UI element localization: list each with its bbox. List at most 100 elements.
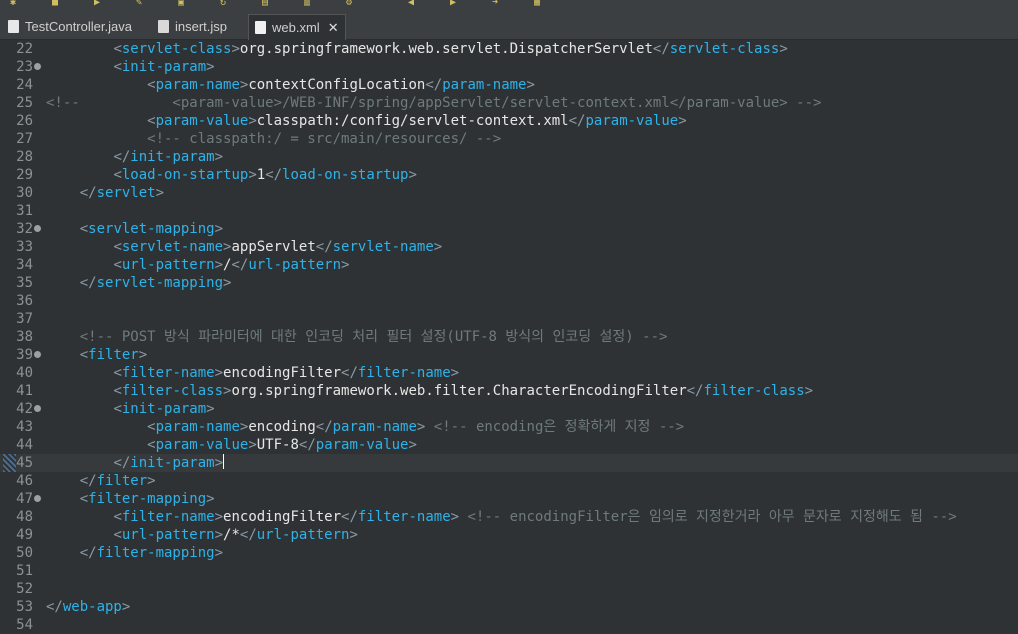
tab-web-xml[interactable]: web.xml ✕	[248, 14, 346, 40]
code-line[interactable]: 40 <filter-name>encodingFilter</filter-n…	[0, 364, 1018, 382]
code-text: </filter-mapping>	[46, 544, 223, 562]
tab-testcontroller-java[interactable]: TestController.java	[8, 14, 132, 39]
code-text: <!-- <param-value>/WEB-INF/spring/appSer…	[46, 94, 821, 112]
code-line[interactable]: 38 <!-- POST 방식 파라미터에 대한 인코딩 처리 필터 설정(UT…	[0, 328, 1018, 346]
text-cursor	[223, 454, 225, 469]
folder-icon[interactable]: ▥	[302, 0, 312, 8]
code-line[interactable]: 33 <servlet-name>appServlet</servlet-nam…	[0, 238, 1018, 256]
code-line[interactable]: 54	[0, 616, 1018, 634]
bracket-token: </	[231, 257, 249, 273]
tag-token: servlet-mapping	[88, 221, 215, 237]
text-token: 1	[256, 167, 266, 183]
code-line[interactable]: 53 </web-app>	[0, 598, 1018, 616]
code-line[interactable]: 24 <param-name>contextConfigLocation</pa…	[0, 76, 1018, 94]
back-icon[interactable]: ◀	[406, 0, 416, 8]
code-line[interactable]: 39 <filter>	[0, 346, 1018, 364]
code-line[interactable]: 31	[0, 202, 1018, 220]
line-number: 29	[16, 167, 33, 183]
code-line[interactable]: 48 <filter-name>encodingFilter</filter-n…	[0, 508, 1018, 526]
fold-toggle-icon[interactable]	[34, 63, 41, 70]
code-line[interactable]: 52	[0, 580, 1018, 598]
bracket-token: >	[341, 257, 350, 273]
bracket-token: <	[79, 347, 89, 363]
line-number: 33	[16, 239, 33, 255]
bracket-token: >	[214, 509, 224, 525]
run-icon[interactable]: ▶	[92, 0, 102, 8]
code-line[interactable]: 25 <!-- <param-value>/WEB-INF/spring/appS…	[0, 94, 1018, 112]
code-line[interactable]: 50 </filter-mapping>	[0, 544, 1018, 562]
bracket-token: <	[113, 383, 122, 399]
tag-token: servlet-name	[332, 239, 434, 255]
bracket-token: >	[248, 437, 257, 453]
code-line[interactable]: 27 <!-- classpath:/ = src/main/resources…	[0, 130, 1018, 148]
fold-toggle-icon[interactable]	[34, 405, 41, 412]
code-line[interactable]: 26 <param-value>classpath:/config/servle…	[0, 112, 1018, 130]
code-line[interactable]: 43 <param-name>encoding</param-name> <!-…	[0, 418, 1018, 436]
debug-icon[interactable]: ✱	[8, 0, 18, 8]
code-line[interactable]: 46 </filter>	[0, 472, 1018, 490]
save-icon[interactable]: ▣	[176, 0, 186, 8]
code-line[interactable]: 36	[0, 292, 1018, 310]
code-line[interactable]: 41 <filter-class>org.springframework.web…	[0, 382, 1018, 400]
code-line[interactable]: 42 <init-param>	[0, 400, 1018, 418]
new-file-icon[interactable]: ✎	[134, 0, 144, 8]
bracket-token: </	[652, 41, 670, 57]
code-line[interactable]: 30 </servlet>	[0, 184, 1018, 202]
code-line[interactable]: 32 <servlet-mapping>	[0, 220, 1018, 238]
line-number: 25	[16, 95, 33, 111]
code-line[interactable]: 49 <url-pattern>/*</url-pattern>	[0, 526, 1018, 544]
search-icon[interactable]: ⚙	[344, 0, 354, 8]
bracket-token: >	[231, 41, 240, 57]
stop-icon[interactable]: ■	[50, 0, 60, 8]
code-line[interactable]: 51	[0, 562, 1018, 580]
code-line[interactable]: 45 </init-param>	[0, 454, 1018, 472]
bracket-token: >	[450, 365, 460, 381]
code-line[interactable]: 22 <servlet-class>org.springframework.we…	[0, 40, 1018, 58]
pin-icon[interactable]: ▦	[532, 0, 542, 8]
fold-toggle-icon[interactable]	[34, 225, 41, 232]
code-editor[interactable]: 22 <servlet-class>org.springframework.we…	[0, 40, 1018, 633]
tag-token: url-pattern	[248, 257, 342, 273]
bracket-token: <	[147, 437, 156, 453]
bracket-token: </	[341, 509, 358, 525]
line-number: 53	[16, 599, 33, 615]
close-tab-icon[interactable]: ✕	[328, 20, 339, 36]
code-line[interactable]: 35 </servlet-mapping>	[0, 274, 1018, 292]
code-line[interactable]: 34 <url-pattern>/</url-pattern>	[0, 256, 1018, 274]
bracket-token: >	[206, 491, 215, 507]
nav-icon[interactable]: ➜	[490, 0, 500, 8]
tag-token: filter-name	[121, 509, 215, 525]
line-number: 52	[16, 581, 33, 597]
fold-toggle-icon[interactable]	[34, 495, 41, 502]
bracket-token: <	[113, 365, 122, 381]
code-text: <url-pattern>/*</url-pattern>	[46, 526, 358, 544]
forward-icon[interactable]: ▶	[448, 0, 458, 8]
tab-label: TestController.java	[25, 19, 132, 34]
line-number: 50	[16, 545, 33, 561]
text-token: org.springframework.web.filter.Character…	[231, 383, 687, 399]
code-line[interactable]: 44 <param-value>UTF-8</param-value>	[0, 436, 1018, 454]
bracket-token: <	[113, 167, 122, 183]
bracket-token: <	[113, 527, 122, 543]
code-line[interactable]: 29 <load-on-startup>1</load-on-startup>	[0, 166, 1018, 184]
code-line[interactable]: 23 <init-param>	[0, 58, 1018, 76]
open-icon[interactable]: ▤	[260, 0, 270, 8]
code-line[interactable]: 28 </init-param>	[0, 148, 1018, 166]
fold-toggle-icon[interactable]	[34, 351, 41, 358]
bracket-token: >	[206, 401, 215, 417]
line-number: 46	[16, 473, 33, 489]
tag-token: servlet-name	[121, 239, 224, 255]
code-line[interactable]: 37	[0, 310, 1018, 328]
bracket-token: >	[349, 527, 358, 543]
refresh-icon[interactable]: ↻	[218, 0, 228, 8]
code-line[interactable]: 47 <filter-mapping>	[0, 490, 1018, 508]
tab-insert-jsp[interactable]: insert.jsp	[158, 14, 227, 39]
